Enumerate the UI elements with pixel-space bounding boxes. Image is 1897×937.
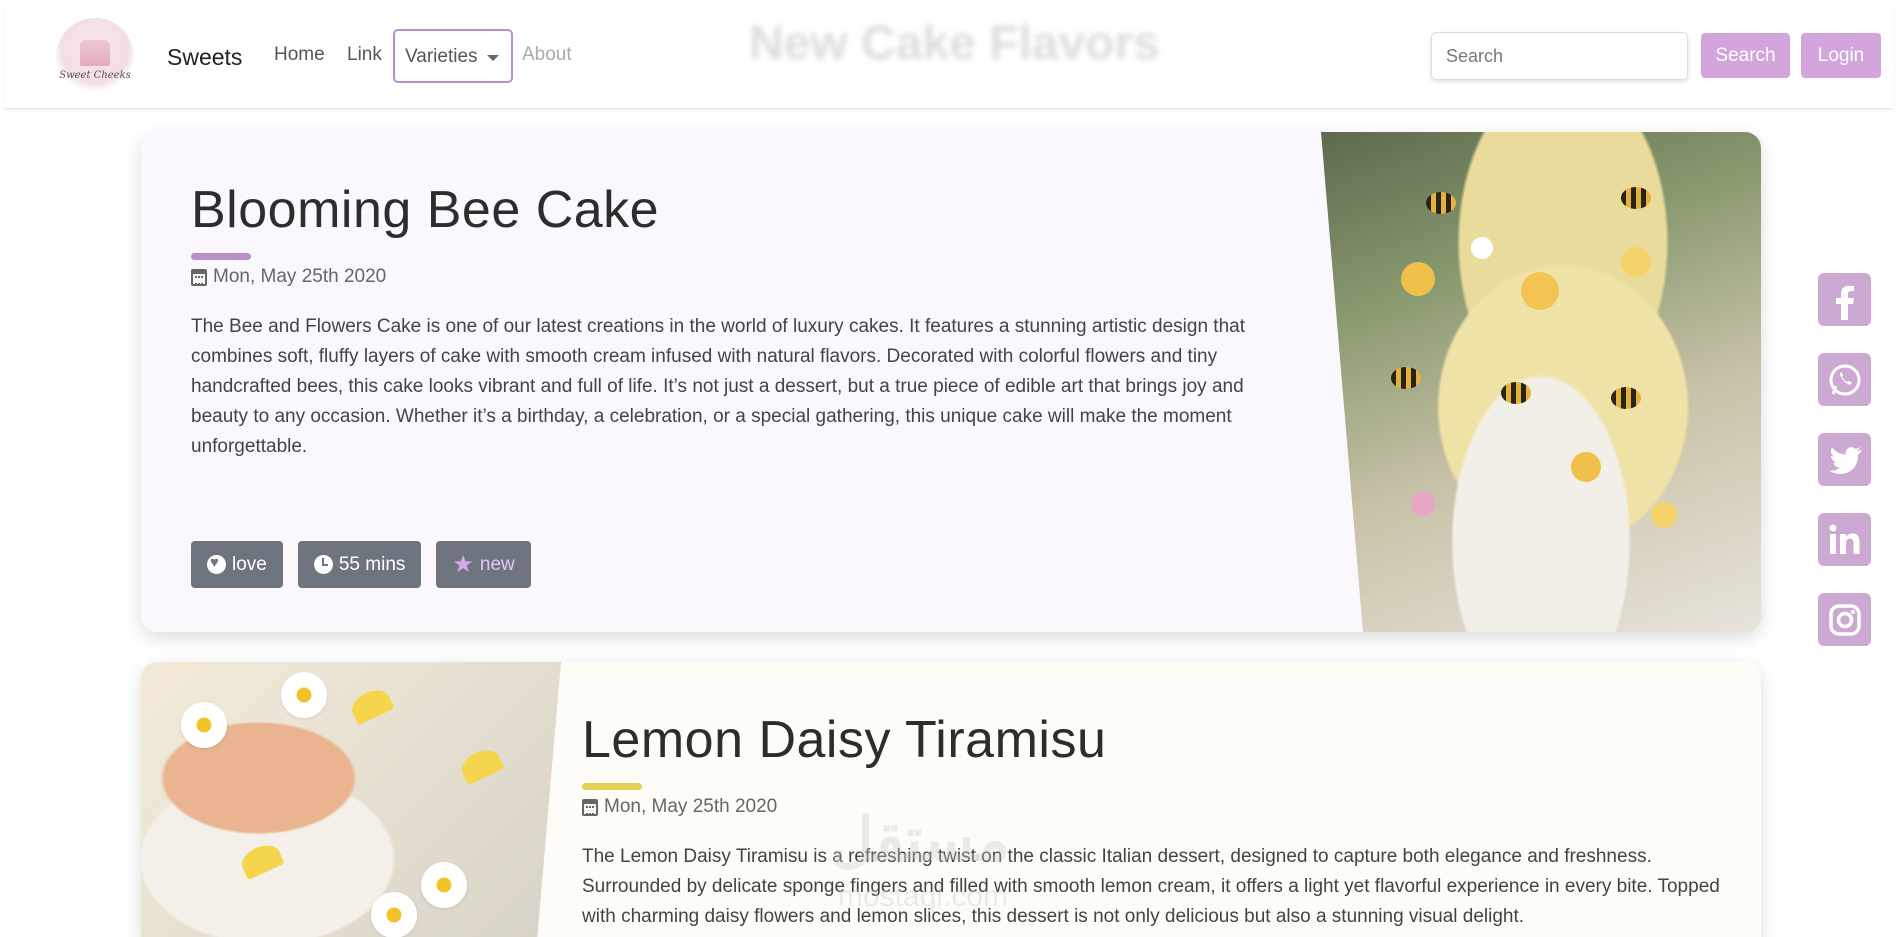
instagram-icon[interactable] [1818, 593, 1871, 646]
caret-down-icon [487, 55, 499, 61]
linkedin-icon[interactable] [1818, 513, 1871, 566]
flower-decoration [1651, 502, 1677, 528]
lemon-decoration [457, 744, 505, 786]
lemon-decoration [347, 684, 395, 726]
tag-love[interactable]: love [191, 541, 283, 588]
bee-cake-image [1321, 132, 1761, 632]
bee-decoration [1426, 192, 1456, 214]
flower-decoration [1471, 237, 1493, 259]
bee-decoration [1621, 187, 1651, 209]
ghost-page-title: New Cake Flavors [749, 17, 1160, 70]
star-icon: ★ [452, 550, 474, 578]
card-date: Mon, May 25th 2020 [582, 796, 777, 818]
bee-decoration [1501, 382, 1531, 404]
tag-new-label: new [479, 553, 515, 575]
flower-decoration [1411, 492, 1435, 516]
card-tags: love 55 mins ★ new [191, 541, 531, 588]
title-underline [582, 783, 642, 790]
login-button[interactable]: Login [1801, 33, 1881, 78]
flower-decoration [1621, 247, 1651, 277]
logo-cake-icon [80, 39, 110, 66]
brand-logo[interactable]: Sweet Cheeks [56, 18, 134, 96]
clock-icon [313, 555, 333, 574]
title-underline [191, 253, 251, 260]
flower-decoration [1521, 272, 1559, 310]
search-button[interactable]: Search [1701, 33, 1790, 78]
lemon-decoration [237, 839, 285, 881]
flower-decoration [1401, 262, 1435, 296]
facebook-icon[interactable] [1818, 273, 1871, 326]
varieties-dropdown[interactable]: Varieties [393, 29, 513, 83]
card-title: Lemon Daisy Tiramisu [582, 711, 1107, 769]
calendar-icon [582, 798, 598, 816]
daisy-decoration [181, 702, 227, 748]
recipe-card-blooming-bee-cake: Blooming Bee Cake Mon, May 25th 2020 The… [141, 132, 1761, 632]
whatsapp-icon[interactable] [1818, 353, 1871, 406]
twitter-icon[interactable] [1818, 433, 1871, 486]
daisy-decoration [281, 672, 327, 718]
varieties-dropdown-label: Varieties [405, 46, 478, 67]
tiramisu-image [141, 662, 561, 937]
tag-love-label: love [232, 553, 267, 575]
tag-new[interactable]: ★ new [436, 541, 531, 588]
daisy-decoration [371, 892, 417, 937]
nav-link-home[interactable]: Home [274, 44, 325, 66]
card-description: The Bee and Flowers Cake is one of our l… [191, 316, 1245, 457]
card-date: Mon, May 25th 2020 [191, 266, 386, 288]
nav-link-about[interactable]: About [522, 44, 572, 66]
card-title: Blooming Bee Cake [191, 181, 660, 239]
flower-decoration [1571, 452, 1601, 482]
card-description: The Lemon Daisy Tiramisu is a refreshing… [582, 846, 1720, 927]
card-date-text: Mon, May 25th 2020 [213, 266, 387, 287]
tag-time-label: 55 mins [338, 553, 406, 575]
logo-text: Sweet Cheeks [59, 69, 131, 81]
bee-decoration [1611, 387, 1641, 409]
nav-link-link[interactable]: Link [347, 44, 382, 66]
bee-decoration [1391, 367, 1421, 389]
daisy-decoration [421, 862, 467, 908]
heart-icon [207, 554, 226, 574]
watermark-latin: mostaql.com [838, 880, 1009, 913]
watermark-arabic: مستقل [830, 806, 1010, 873]
tag-time[interactable]: 55 mins [297, 541, 422, 588]
calendar-icon [191, 268, 207, 286]
brand-name[interactable]: Sweets [167, 44, 242, 71]
navbar: Sweet Cheeks Sweets Home Link Varieties … [4, 2, 1893, 109]
search-input[interactable] [1431, 32, 1688, 80]
card-date-text: Mon, May 25th 2020 [604, 796, 778, 817]
